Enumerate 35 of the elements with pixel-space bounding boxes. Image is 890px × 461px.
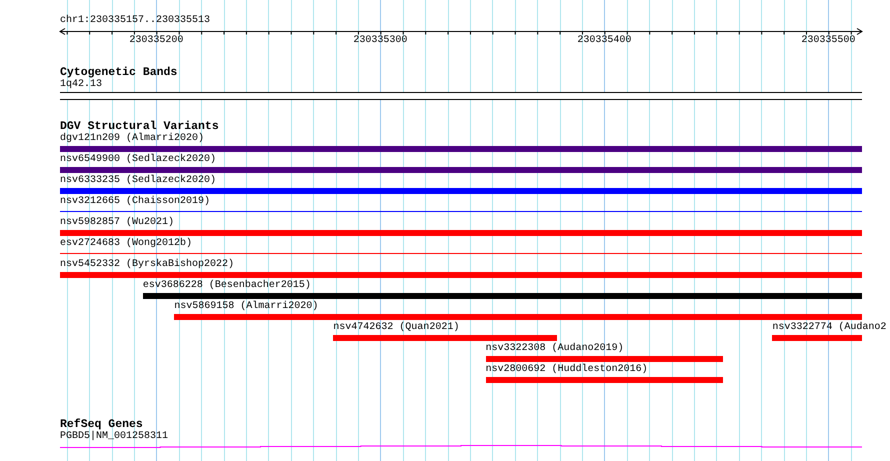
variant-bar[interactable]	[333, 335, 558, 341]
variant-bar[interactable]	[60, 272, 862, 278]
location-label: chr1:230335157..230335513	[60, 15, 210, 27]
track-title: DGV Structural Variants	[60, 121, 219, 133]
variant-label[interactable]: nsv5869158 (Almarri2020)	[174, 301, 318, 313]
variant-label[interactable]: nsv5452332 (ByrskaBishop2022)	[60, 259, 234, 271]
variant-label[interactable]: nsv5982857 (Wu2021)	[60, 217, 174, 229]
variant-bar[interactable]	[60, 167, 862, 173]
variant-bar[interactable]	[60, 146, 862, 152]
gene-line[interactable]	[60, 445, 862, 448]
track-title: Cytogenetic Bands	[60, 67, 178, 79]
gene-label[interactable]: PGBD5|NM_001258311	[60, 431, 168, 443]
variant-label[interactable]: nsv4742632 (Quan2021)	[333, 322, 460, 334]
ruler-tick-label: 230335500	[801, 35, 856, 46]
variant-bar[interactable]	[486, 377, 724, 383]
ruler-tick-label: 230335200	[129, 35, 184, 46]
track-title: RefSeq Genes	[60, 419, 143, 431]
ruler-tick-label: 230335400	[577, 35, 632, 46]
variant-bar[interactable]	[142, 293, 862, 299]
variant-label[interactable]: nsv6333235 (Sedlazeck2020)	[60, 175, 216, 187]
ruler-tick-label: 230335300	[353, 35, 408, 46]
variant-bar[interactable]	[60, 188, 862, 194]
variant-bar[interactable]	[486, 356, 724, 362]
variant-label[interactable]: nsv2800692 (Huddleston2016)	[486, 364, 648, 376]
band-label: 1q42.13	[60, 79, 102, 91]
variant-label[interactable]: nsv6549900 (Sedlazeck2020)	[60, 154, 216, 166]
variant-label[interactable]: esv3686228 (Besenbacher2015)	[142, 280, 311, 292]
variant-label[interactable]: dgv121n209 (Almarri2020)	[60, 133, 204, 145]
variant-bar[interactable]	[174, 314, 862, 320]
variant-label[interactable]: nsv3322774 (Audano2	[772, 322, 886, 334]
variant-label[interactable]: esv2724683 (Wong2012b)	[60, 238, 192, 250]
variant-label[interactable]: nsv3322308 (Audano2019)	[486, 343, 624, 355]
variant-bar[interactable]	[60, 230, 862, 236]
variant-label[interactable]: nsv3212665 (Chaisson2019)	[60, 196, 210, 208]
variant-bar[interactable]	[772, 335, 862, 341]
